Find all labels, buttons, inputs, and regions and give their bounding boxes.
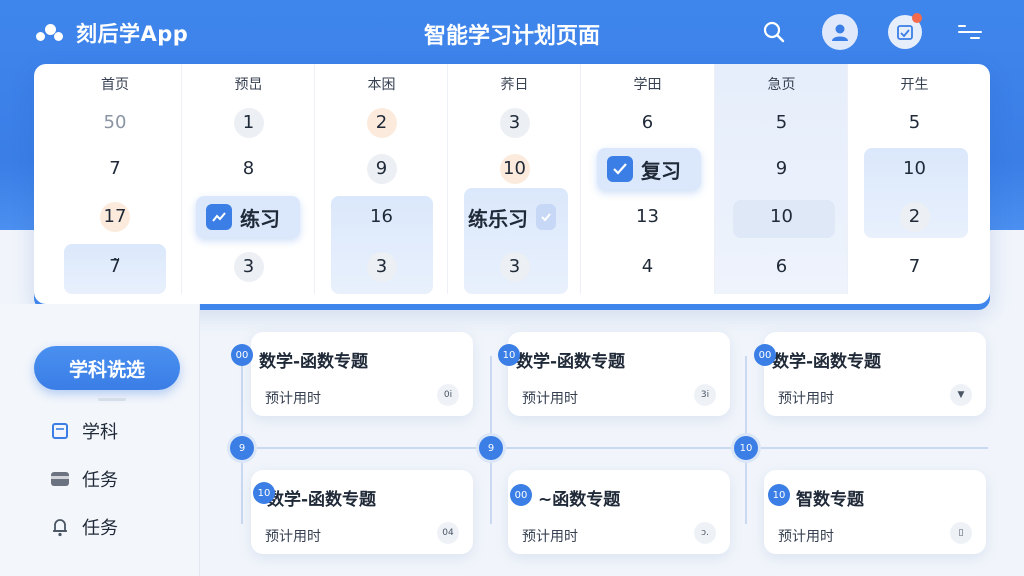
task-badge: ▯	[950, 522, 972, 544]
task-marker: 10	[498, 344, 520, 366]
calendar-cell[interactable]: 1	[182, 108, 315, 138]
book-icon	[50, 421, 70, 441]
folder-icon	[50, 469, 70, 489]
task-title: 智数专题	[796, 490, 864, 510]
calendar-column: 急页 5 9 10 6	[714, 64, 848, 294]
task-estimate: 预计用时	[522, 529, 578, 545]
task-estimate: 预计用时	[778, 529, 834, 545]
review-chip[interactable]: 复习	[597, 148, 701, 190]
task-title: 数学-函数专题	[516, 352, 626, 372]
task-estimate: 预计用时	[265, 391, 321, 407]
user-avatar-icon[interactable]	[822, 14, 858, 50]
check-icon	[536, 204, 556, 230]
divider	[98, 398, 126, 401]
weekly-calendar: 首页 50 7 17 7̃ 预旵 1 8 练习 3 本困 2 9 16 3 荞日…	[34, 64, 990, 304]
calendar-cell[interactable]: 7	[848, 252, 981, 282]
menu-icon[interactable]	[952, 14, 988, 50]
task-estimate: 预计用时	[778, 391, 834, 407]
task-badge: 3i	[694, 384, 716, 406]
practice-chip[interactable]: 练习	[196, 196, 300, 238]
calendar-cell[interactable]: 16	[315, 202, 448, 232]
timeline-marker[interactable]: 9	[479, 436, 503, 460]
calendar-column: 首页 50 7 17 7̃	[48, 64, 182, 294]
task-marker: 00	[510, 484, 532, 506]
task-card[interactable]: 智数专题 预计用时 ▯	[764, 470, 986, 554]
task-card[interactable]: 数学-函数专题 预计用时 04	[251, 470, 473, 554]
subject-filter-button[interactable]: 学科诜选	[34, 346, 180, 390]
task-marker: 10	[253, 482, 275, 504]
task-title: 数学-函数专题	[259, 352, 369, 372]
task-card[interactable]: 数学-函数专题 预计用时 ▼	[764, 332, 986, 416]
calendar-cell[interactable]: 6	[715, 252, 848, 282]
task-title: 数学-函数专题	[772, 352, 882, 372]
column-header: 预旵	[234, 77, 263, 93]
column-header: 首页	[101, 77, 129, 93]
column-header: 学田	[633, 77, 662, 93]
column-header: 本困	[367, 77, 396, 93]
search-icon[interactable]	[756, 14, 792, 50]
calendar-cell[interactable]: 10	[448, 154, 581, 184]
calendar-cell[interactable]: 7̃	[48, 252, 182, 282]
column-header: 急页	[767, 77, 796, 93]
calendar-notification-icon[interactable]	[888, 13, 922, 49]
timeline-marker[interactable]: 10	[734, 436, 758, 460]
practice-icon	[206, 204, 232, 230]
practice-chip[interactable]: 练乐习	[464, 196, 568, 238]
task-marker: 00	[231, 344, 253, 366]
task-badge: ɔ.	[694, 522, 716, 544]
sidebar-item-subject[interactable]: 学科	[50, 418, 118, 444]
task-estimate: 预计用时	[522, 391, 578, 407]
task-card[interactable]: 数学-函数专题 预计用时 0i	[251, 332, 473, 416]
calendar-cell[interactable]: 50	[48, 108, 182, 138]
task-marker: 00	[754, 344, 776, 366]
calendar-cell[interactable]: 10	[715, 202, 848, 232]
calendar-cell[interactable]: 7	[48, 154, 182, 184]
task-marker: 10	[768, 484, 790, 506]
sidebar-item-reminder[interactable]: 任务	[50, 514, 118, 540]
calendar-cell[interactable]: 5	[848, 108, 981, 138]
calendar-cell[interactable]: 9	[315, 154, 448, 184]
calendar-cell[interactable]: 2	[848, 202, 981, 232]
task-badge: ▼	[950, 384, 972, 406]
calendar-column: 学田 6 复习 13 4	[580, 64, 714, 294]
task-title: ~函数专题	[538, 490, 621, 510]
calendar-cell[interactable]: 3	[182, 252, 315, 282]
column-header: 荞日	[500, 77, 529, 93]
sidebar-item-task[interactable]: 任务	[50, 466, 118, 492]
task-title: 数学-函数专题	[267, 490, 377, 510]
calendar-cell[interactable]: 3	[448, 252, 581, 282]
calendar-cell[interactable]: 3	[448, 108, 581, 138]
calendar-cell[interactable]: 8	[182, 154, 315, 184]
column-header: 开生	[900, 77, 929, 93]
calendar-cell[interactable]: 9	[715, 154, 848, 184]
calendar-cell[interactable]: 3	[315, 252, 448, 282]
calendar-cell[interactable]: 5	[715, 108, 848, 138]
calendar-column: 开生 5 10 2 7	[847, 64, 981, 294]
task-card[interactable]: 数学-函数专题 预计用时 3i	[508, 332, 730, 416]
calendar-cell[interactable]: 2	[315, 108, 448, 138]
calendar-cell[interactable]: 13	[581, 202, 714, 232]
task-card[interactable]: ~函数专题 预计用时 ɔ.	[508, 470, 730, 554]
calendar-cell[interactable]: 4	[581, 252, 714, 282]
notification-dot	[912, 13, 922, 23]
check-icon	[607, 156, 633, 182]
task-badge: 0i	[437, 384, 459, 406]
sidebar: 学科诜选 学科 任务 任务	[0, 304, 200, 576]
task-badge: 04	[437, 522, 459, 544]
calendar-cell[interactable]: 6	[581, 108, 714, 138]
task-estimate: 预计用时	[265, 529, 321, 545]
bell-icon	[50, 517, 70, 537]
timeline-marker[interactable]: 9	[230, 436, 254, 460]
timeline-horizontal	[232, 447, 988, 449]
calendar-column: 本困 2 9 16 3	[314, 64, 448, 294]
calendar-cell[interactable]: 10	[848, 154, 981, 184]
calendar-column: 荞日 3 10 练乐习 3	[447, 64, 581, 294]
calendar-cell[interactable]: 17	[48, 202, 182, 232]
calendar-column: 预旵 1 8 练习 3	[181, 64, 315, 294]
